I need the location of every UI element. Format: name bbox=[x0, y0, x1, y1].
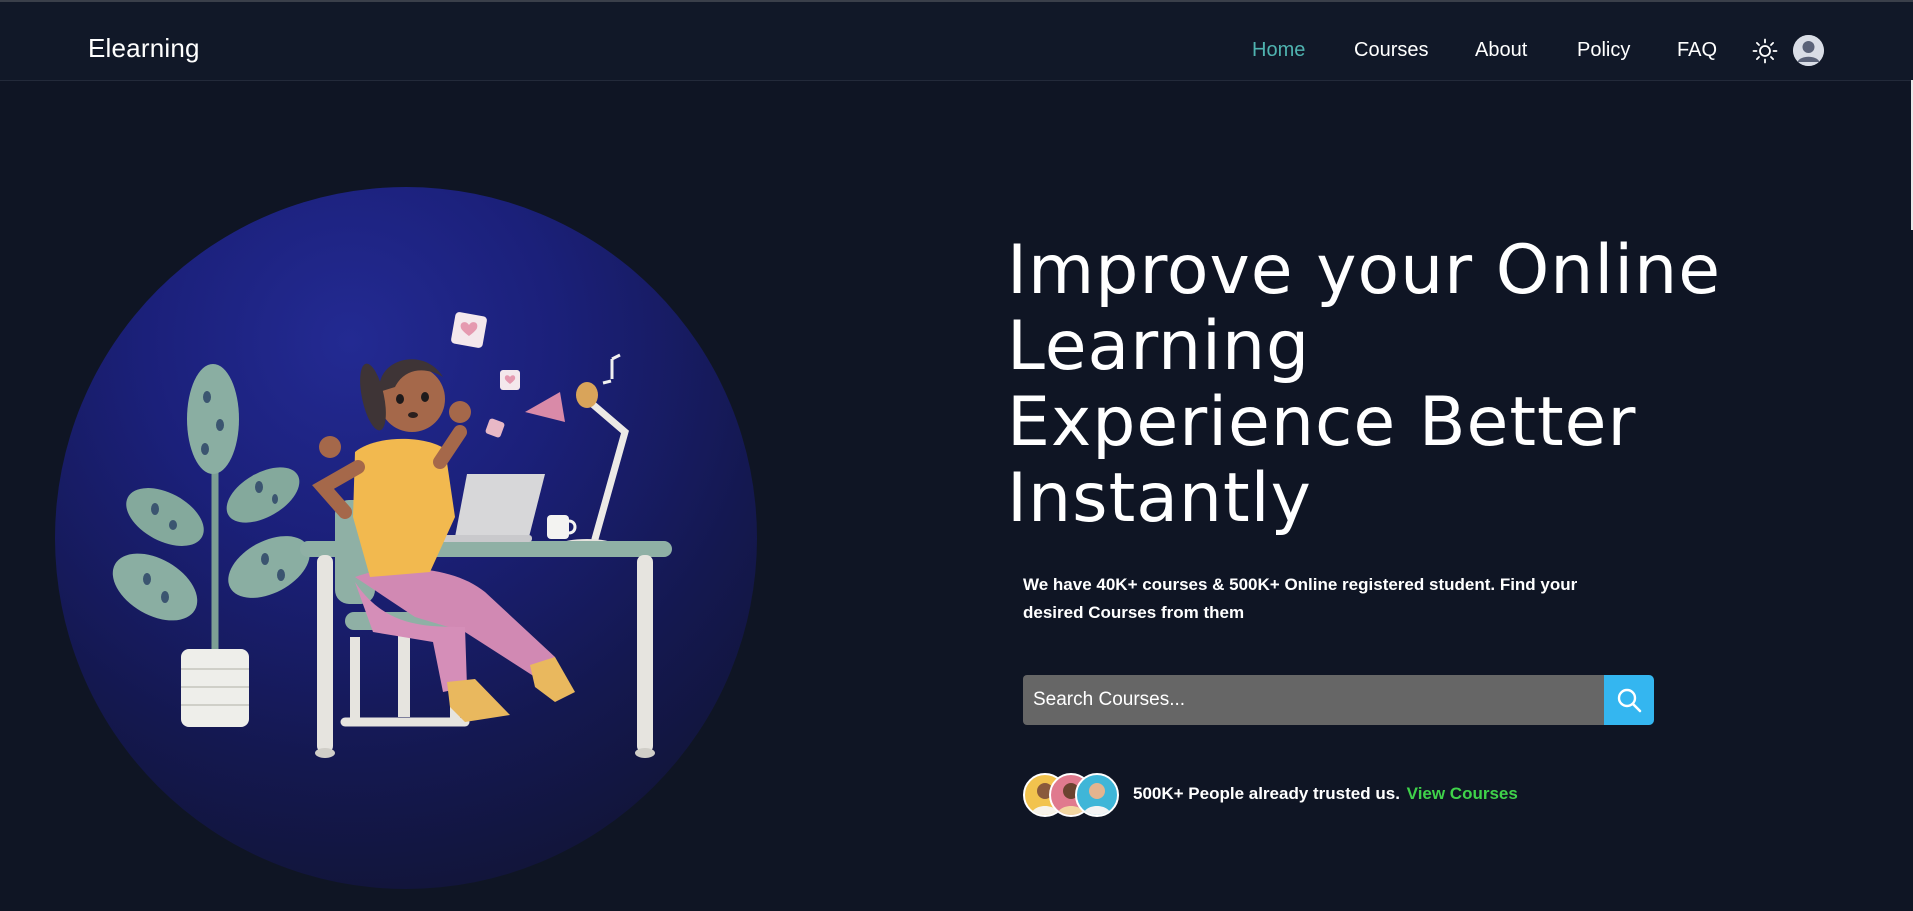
brand-logo[interactable]: Elearning bbox=[88, 33, 200, 64]
user-avatar bbox=[1075, 773, 1119, 817]
hero-title-line: Learning bbox=[1007, 307, 1311, 386]
user-avatar-icon bbox=[1793, 35, 1824, 66]
hero-title-line: Instantly bbox=[1007, 459, 1312, 538]
trust-message: 500K+ People already trusted us. View Co… bbox=[1133, 784, 1518, 804]
hero-description: We have 40K+ courses & 500K+ Online regi… bbox=[1023, 575, 1578, 622]
sun-icon bbox=[1752, 38, 1778, 64]
user-avatar-stack bbox=[1023, 772, 1123, 820]
hero-title-line: Experience Better bbox=[1007, 383, 1637, 462]
theme-toggle-button[interactable] bbox=[1752, 38, 1778, 64]
search-icon bbox=[1617, 688, 1642, 713]
nav-link-faq[interactable]: FAQ bbox=[1677, 39, 1717, 62]
search-input[interactable] bbox=[1023, 675, 1605, 725]
student-at-desk-illustration bbox=[112, 312, 672, 758]
trust-text: 500K+ People already trusted us. bbox=[1133, 784, 1400, 803]
nav-link-policy[interactable]: Policy bbox=[1577, 39, 1630, 62]
floating-hearts bbox=[451, 312, 621, 438]
profile-avatar-button[interactable] bbox=[1793, 35, 1824, 66]
view-courses-link[interactable]: View Courses bbox=[1407, 784, 1518, 803]
nav-link-about[interactable]: About bbox=[1475, 39, 1527, 62]
nav-link-home[interactable]: Home bbox=[1252, 39, 1305, 62]
navbar: Elearning Home Courses About Policy FAQ bbox=[0, 2, 1913, 81]
nav-link-courses[interactable]: Courses bbox=[1354, 39, 1428, 62]
hero-title-line: Improve your Online bbox=[1007, 231, 1722, 310]
hero-title: Improve your Online Learning Experience … bbox=[1007, 233, 1827, 537]
course-search-form bbox=[1023, 675, 1654, 725]
search-button[interactable] bbox=[1604, 675, 1654, 725]
plant-illustration bbox=[112, 364, 310, 727]
